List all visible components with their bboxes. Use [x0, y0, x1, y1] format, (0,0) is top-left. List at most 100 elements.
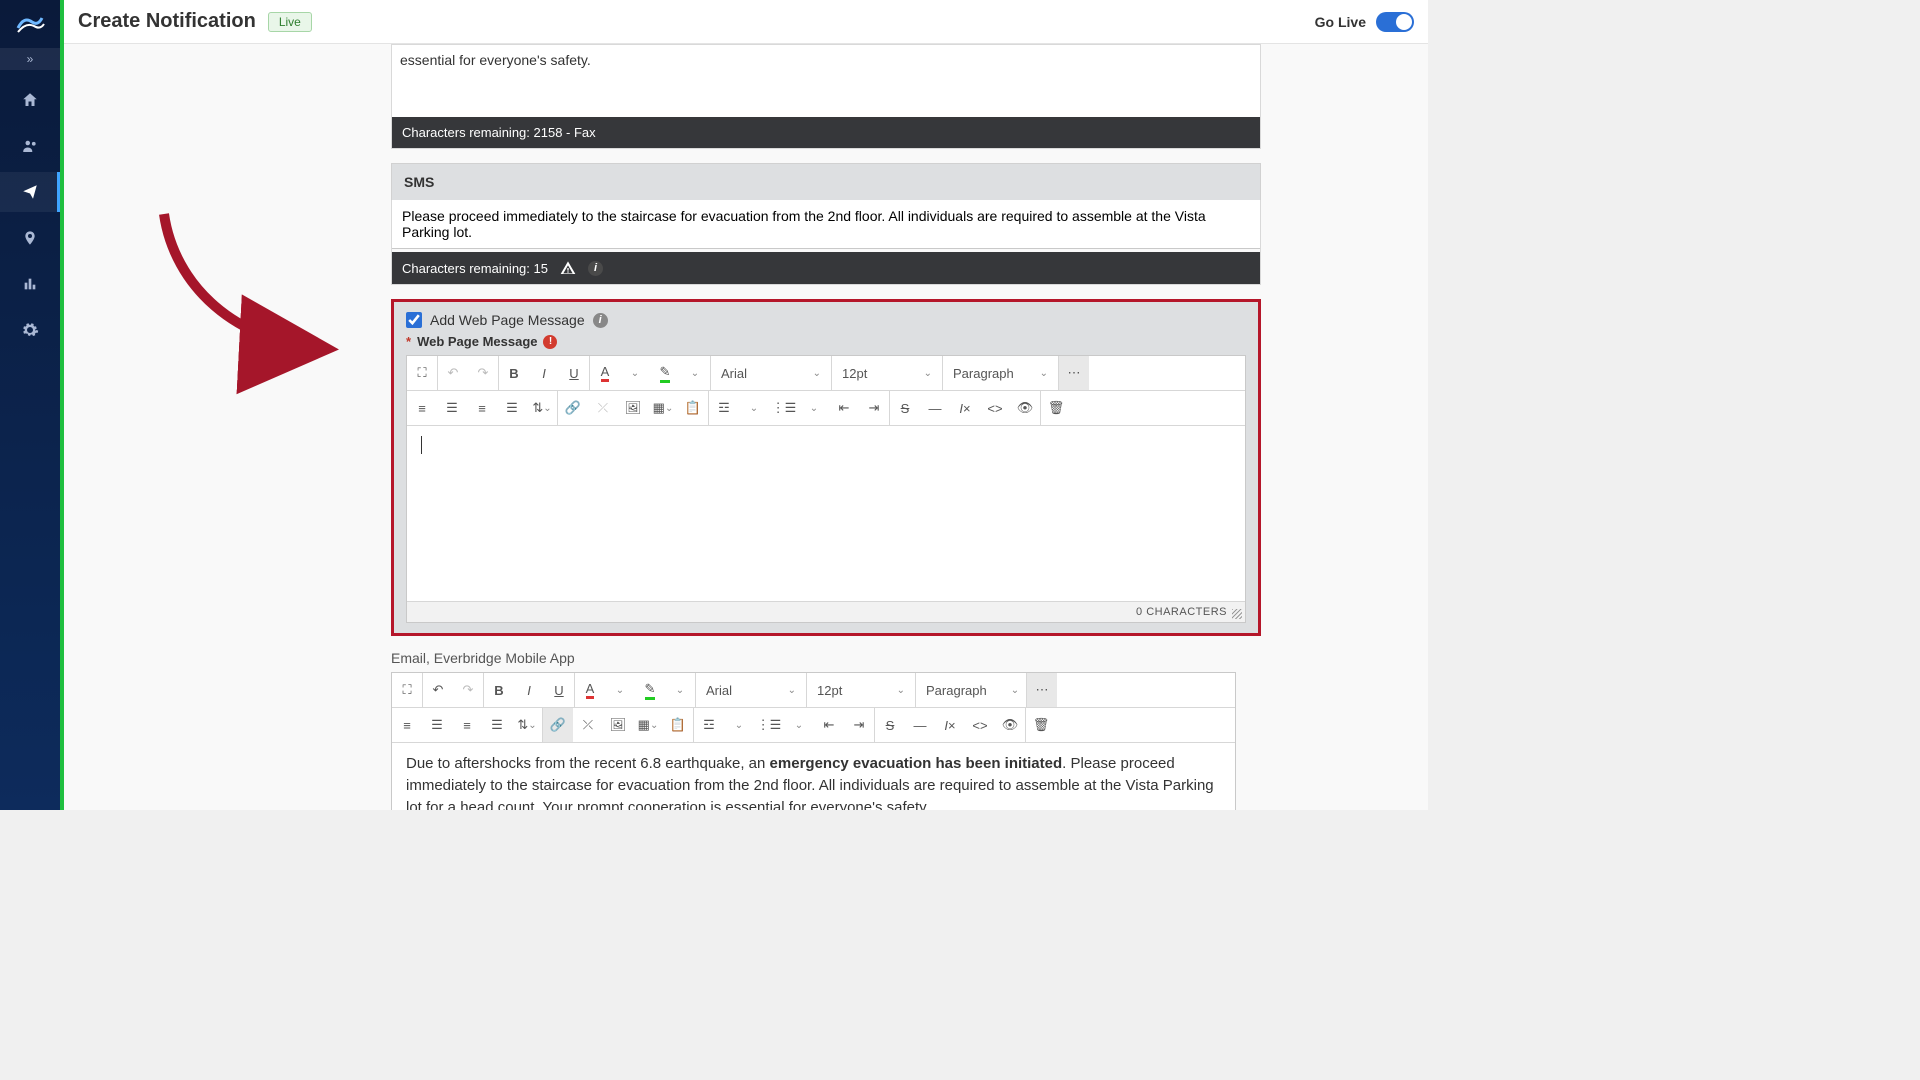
bold-icon[interactable]: B — [484, 673, 514, 707]
info-icon[interactable]: i — [593, 313, 608, 328]
undo-icon[interactable]: ↶ — [438, 356, 468, 390]
text-color-menu[interactable]: ⌄ — [620, 356, 650, 390]
align-center-icon[interactable]: ☰ — [437, 391, 467, 425]
nav-home[interactable] — [0, 80, 60, 120]
justify-icon[interactable]: ☰ — [482, 708, 512, 742]
highlight-icon[interactable]: ✎ — [650, 356, 680, 390]
sms-input[interactable] — [392, 200, 1260, 249]
redo-icon[interactable]: ↷ — [468, 356, 498, 390]
format-select[interactable]: Paragraph⌄ — [943, 356, 1058, 390]
highlight-icon[interactable]: ✎ — [635, 673, 665, 707]
hr-icon[interactable]: — — [905, 708, 935, 742]
text-color-icon[interactable]: A — [590, 356, 620, 390]
preview-icon[interactable]: 👁 — [995, 708, 1025, 742]
annotation-arrow — [114, 174, 364, 404]
lineheight-icon[interactable]: ⇅⌄ — [527, 391, 557, 425]
nav-reports[interactable] — [0, 264, 60, 304]
clear-format-icon[interactable]: I× — [950, 391, 980, 425]
format-select[interactable]: Paragraph⌄ — [916, 673, 1026, 707]
fullscreen-icon[interactable]: ⛶ — [407, 356, 437, 390]
text-color-menu[interactable]: ⌄ — [605, 673, 635, 707]
text-color-icon[interactable]: A — [575, 673, 605, 707]
topbar: Create Notification Live Go Live — [64, 0, 1428, 44]
undo-icon[interactable]: ↶ — [423, 673, 453, 707]
image-icon[interactable]: 🖼 — [618, 391, 648, 425]
scrollbar[interactable] — [1428, 0, 1440, 810]
preview-icon[interactable]: 👁 — [1010, 391, 1040, 425]
underline-icon[interactable]: U — [559, 356, 589, 390]
strike-icon[interactable]: S — [875, 708, 905, 742]
paste-icon[interactable]: 📋 — [678, 391, 708, 425]
image-icon[interactable]: 🖼 — [603, 708, 633, 742]
webpage-char-counter: 0 CHARACTERS — [1136, 606, 1227, 618]
redo-icon[interactable]: ↷ — [453, 673, 483, 707]
clear-format-icon[interactable]: I× — [935, 708, 965, 742]
ol-icon[interactable]: ☲ — [709, 391, 739, 425]
link-icon[interactable]: 🔗 — [558, 391, 588, 425]
italic-icon[interactable]: I — [529, 356, 559, 390]
live-badge: Live — [268, 12, 312, 32]
ul-menu[interactable]: ⌄ — [784, 708, 814, 742]
unlink-icon[interactable]: ⤫ — [573, 708, 603, 742]
ol-menu[interactable]: ⌄ — [724, 708, 754, 742]
code-icon[interactable]: <> — [965, 708, 995, 742]
brand-logo — [14, 8, 46, 40]
indent-icon[interactable]: ⇥ — [844, 708, 874, 742]
email-label: Email, Everbridge Mobile App — [391, 650, 1261, 666]
sidebar-expand[interactable]: » — [0, 48, 60, 70]
align-left-icon[interactable]: ≡ — [392, 708, 422, 742]
justify-icon[interactable]: ☰ — [497, 391, 527, 425]
outdent-icon[interactable]: ⇤ — [829, 391, 859, 425]
paste-icon[interactable]: 📋 — [663, 708, 693, 742]
fontsize-select[interactable]: 12pt⌄ — [807, 673, 915, 707]
bold-icon[interactable]: B — [499, 356, 529, 390]
font-select[interactable]: Arial⌄ — [696, 673, 806, 707]
table-icon[interactable]: ▦⌄ — [633, 708, 663, 742]
italic-icon[interactable]: I — [514, 673, 544, 707]
sidebar: » — [0, 0, 60, 810]
email-editor-canvas[interactable]: Due to aftershocks from the recent 6.8 e… — [392, 743, 1235, 810]
ol-menu[interactable]: ⌄ — [739, 391, 769, 425]
code-icon[interactable]: <> — [980, 391, 1010, 425]
outdent-icon[interactable]: ⇤ — [814, 708, 844, 742]
webpage-field-label: Web Page Message — [417, 334, 537, 349]
webpage-editor: ⛶ ↶ ↷ B I U — [406, 355, 1246, 623]
fax-body[interactable]: essential for everyone's safety. — [392, 45, 1260, 117]
nav-notifications[interactable] — [0, 172, 60, 212]
ul-menu[interactable]: ⌄ — [799, 391, 829, 425]
more-icon[interactable]: ⋯ — [1027, 673, 1057, 707]
indent-icon[interactable]: ⇥ — [859, 391, 889, 425]
email-editor: ⛶ ↶ ↷ B I U A ⌄ ✎ — [391, 672, 1236, 810]
nav-contacts[interactable] — [0, 126, 60, 166]
align-center-icon[interactable]: ☰ — [422, 708, 452, 742]
resize-handle[interactable] — [1232, 609, 1242, 619]
link-icon[interactable]: 🔗 — [543, 708, 573, 742]
sms-heading: SMS — [391, 163, 1261, 200]
ol-icon[interactable]: ☲ — [694, 708, 724, 742]
add-webpage-checkbox[interactable] — [406, 312, 422, 328]
strike-icon[interactable]: S — [890, 391, 920, 425]
underline-icon[interactable]: U — [544, 673, 574, 707]
align-right-icon[interactable]: ≡ — [452, 708, 482, 742]
go-live-toggle[interactable] — [1376, 12, 1414, 32]
more-icon[interactable]: ⋯ — [1059, 356, 1089, 390]
font-select[interactable]: Arial⌄ — [711, 356, 831, 390]
delete-icon[interactable]: 🗑 — [1041, 391, 1071, 425]
fullscreen-icon[interactable]: ⛶ — [392, 673, 422, 707]
hr-icon[interactable]: — — [920, 391, 950, 425]
fontsize-select[interactable]: 12pt⌄ — [832, 356, 942, 390]
ul-icon[interactable]: ⋮☰ — [769, 391, 799, 425]
lineheight-icon[interactable]: ⇅⌄ — [512, 708, 542, 742]
info-icon[interactable]: i — [588, 261, 603, 276]
ul-icon[interactable]: ⋮☰ — [754, 708, 784, 742]
nav-location[interactable] — [0, 218, 60, 258]
align-right-icon[interactable]: ≡ — [467, 391, 497, 425]
unlink-icon[interactable]: ⤫ — [588, 391, 618, 425]
webpage-editor-canvas[interactable] — [407, 426, 1245, 601]
align-left-icon[interactable]: ≡ — [407, 391, 437, 425]
table-icon[interactable]: ▦⌄ — [648, 391, 678, 425]
highlight-menu[interactable]: ⌄ — [665, 673, 695, 707]
nav-settings[interactable] — [0, 310, 60, 350]
delete-icon[interactable]: 🗑 — [1026, 708, 1056, 742]
highlight-menu[interactable]: ⌄ — [680, 356, 710, 390]
